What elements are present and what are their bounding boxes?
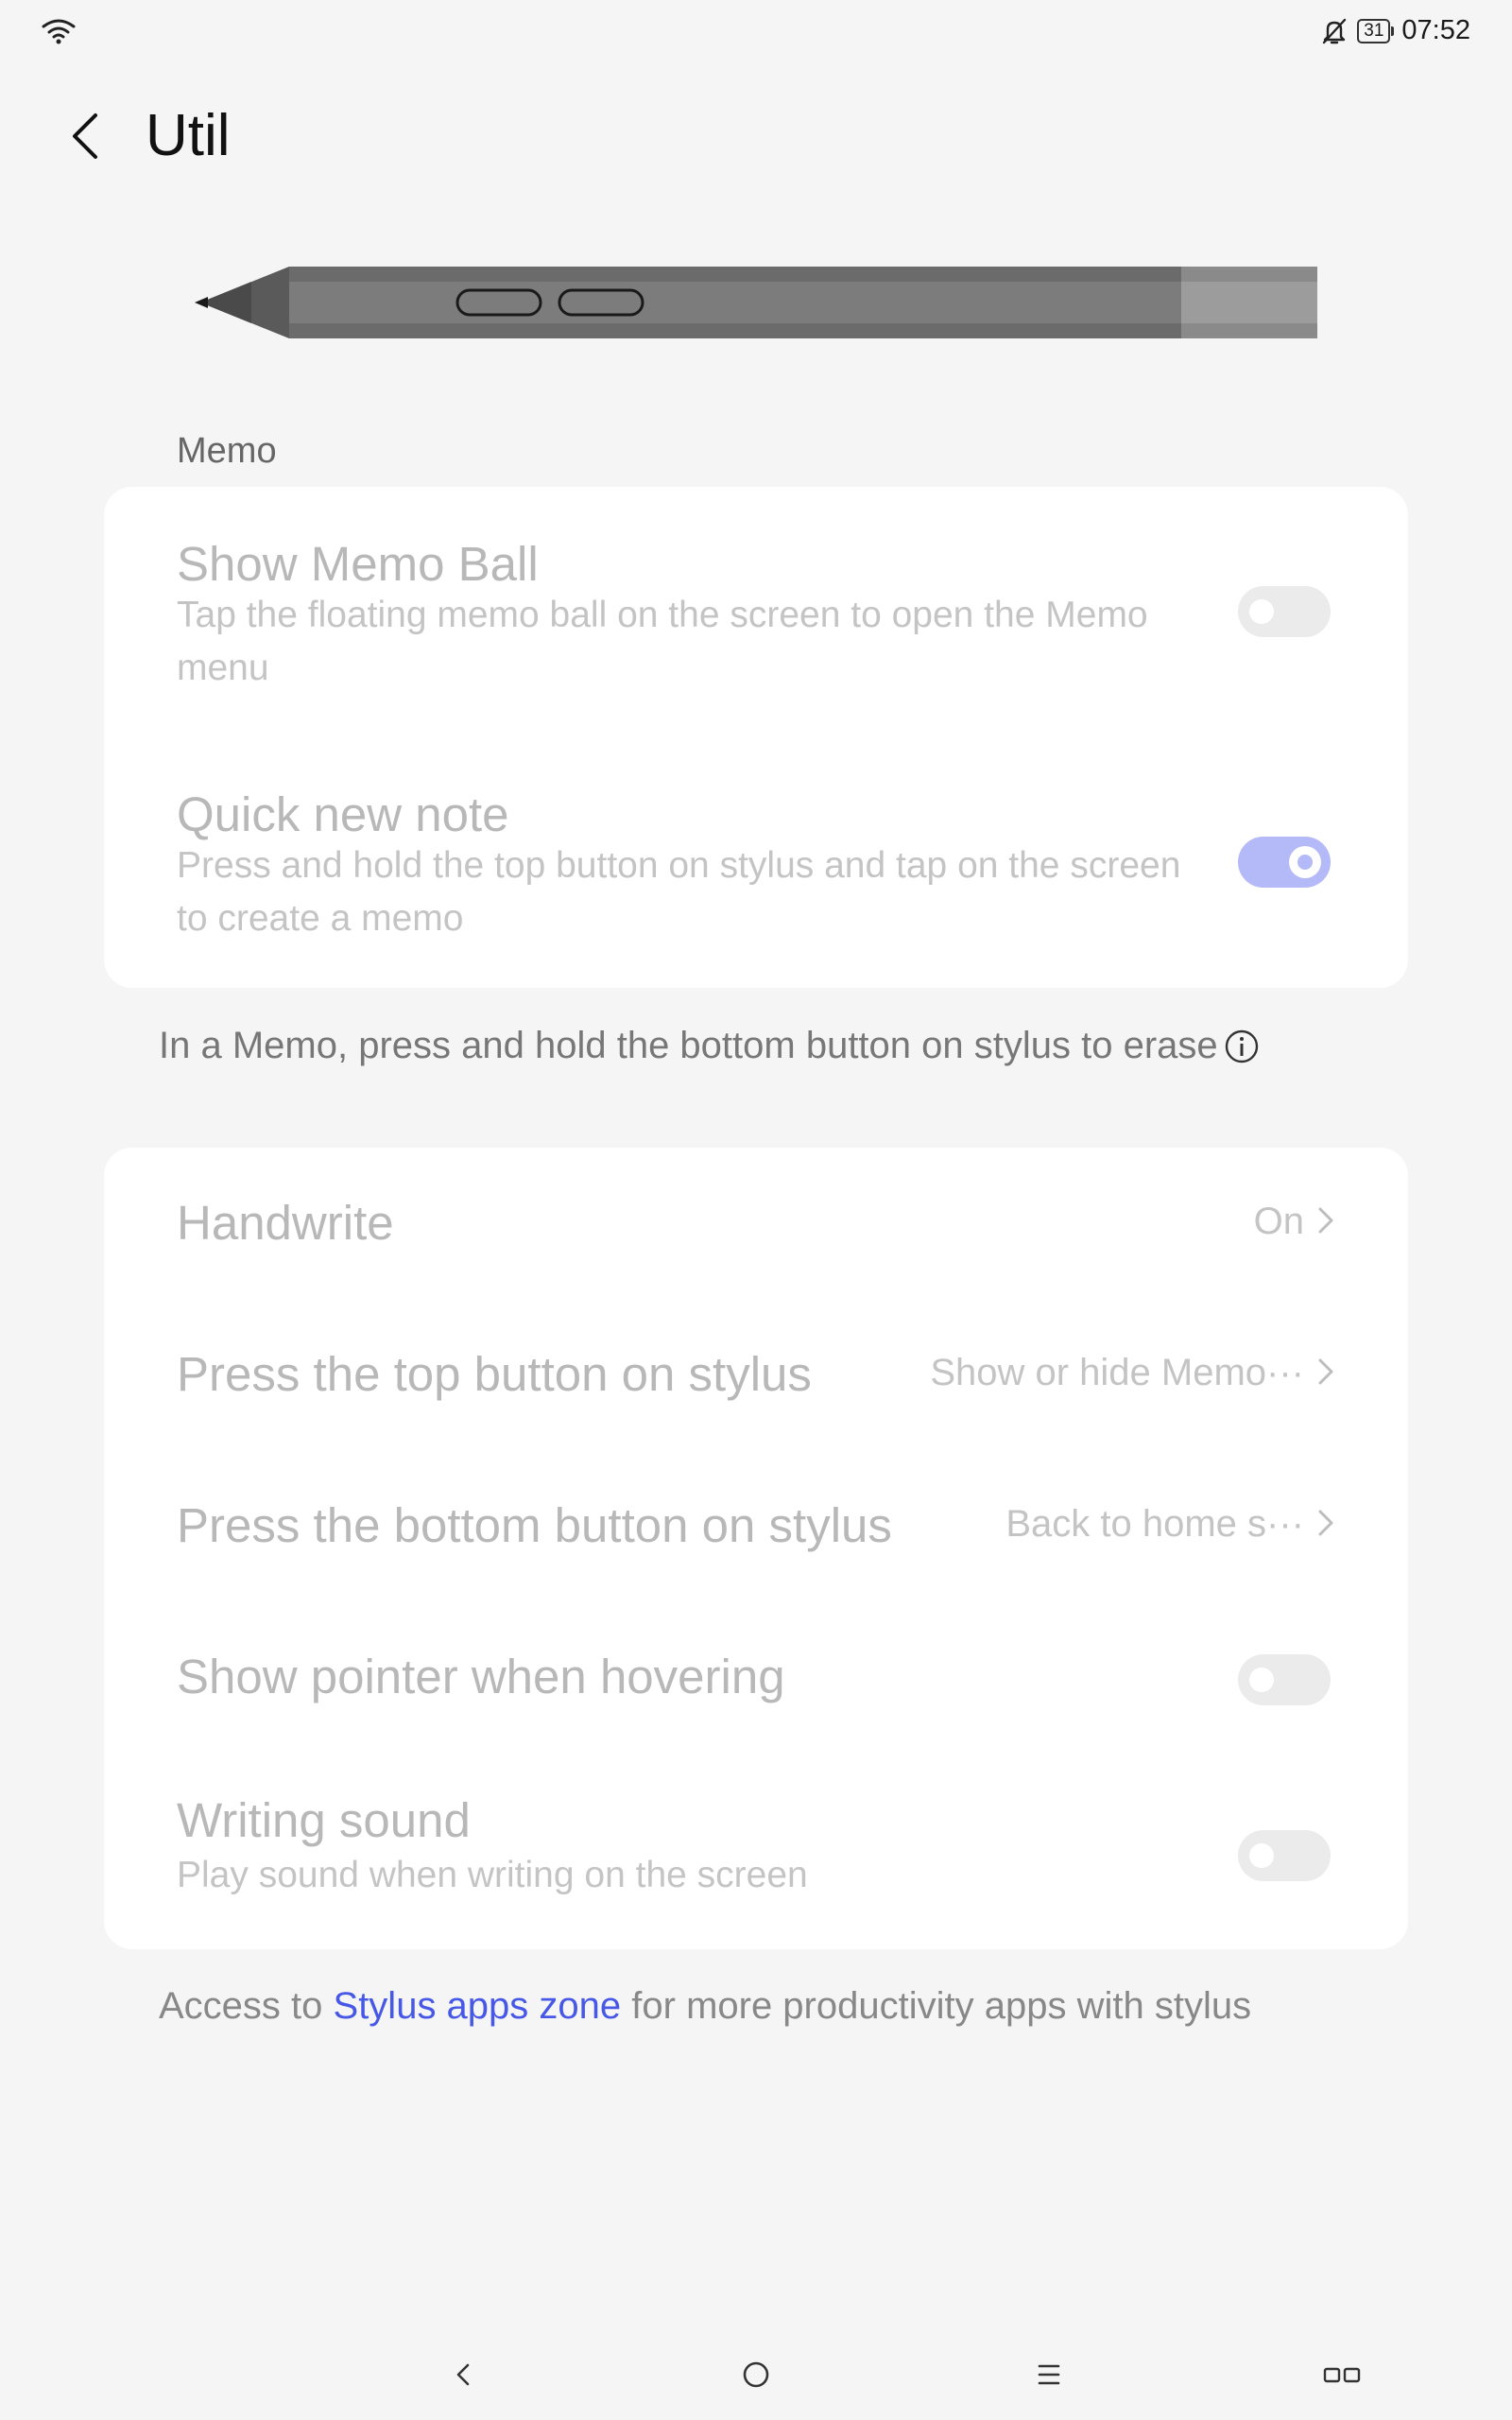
chevron-right-icon [1318, 1207, 1333, 1234]
show-pointer-row[interactable]: Show pointer when hovering [104, 1601, 1408, 1753]
writing-sound-toggle[interactable] [1238, 1830, 1331, 1881]
bell-off-icon [1323, 18, 1347, 43]
row-title: Show pointer when hovering [177, 1650, 785, 1703]
erase-note-text: In a Memo, press and hold the bottom but… [159, 1025, 1218, 1066]
row-value: Back to home s··· [1005, 1503, 1304, 1545]
erase-note: In a Memo, press and hold the bottom but… [159, 1025, 1260, 1067]
status-right: 31 07:52 [1319, 15, 1470, 46]
quick-new-note-toggle[interactable] [1238, 837, 1331, 888]
row-title: Show Memo Ball [177, 537, 539, 591]
row-value: Show or hide Memo··· [930, 1352, 1304, 1393]
row-description: Press and hold the top button on stylus … [177, 845, 1181, 939]
status-bar: 31 07:52 [0, 0, 1512, 68]
row-title: Press the bottom button on stylus [177, 1498, 892, 1552]
wifi-icon [42, 19, 76, 44]
stylus-apps-footer: Access to Stylus apps zone for more prod… [159, 1985, 1251, 2028]
battery-level: 31 [1357, 18, 1391, 43]
chevron-right-icon [1318, 1510, 1333, 1536]
row-description: Tap the floating memo ball on the screen… [177, 595, 1148, 688]
row-title: Press the top button on stylus [177, 1347, 812, 1401]
row-title: Writing sound [177, 1793, 471, 1847]
stylus-settings-card: Handwrite On Press the top button on sty… [104, 1148, 1408, 1949]
status-time: 07:52 [1401, 15, 1470, 45]
navigation-bar [0, 2335, 1512, 2411]
page-title: Util [146, 103, 231, 168]
row-title: Handwrite [177, 1196, 394, 1250]
quick-new-note-row[interactable]: Quick new note Press and hold the top bu… [104, 737, 1408, 988]
row-title: Quick new note [177, 787, 509, 841]
nav-back-icon[interactable] [442, 2354, 484, 2395]
nav-recents-icon[interactable] [1321, 2354, 1363, 2395]
battery-icon: 31 [1357, 18, 1395, 43]
bottom-button-row[interactable]: Press the bottom button on stylus Back t… [104, 1450, 1408, 1601]
memo-settings-card: Show Memo Ball Tap the floating memo bal… [104, 487, 1408, 988]
show-memo-ball-row[interactable]: Show Memo Ball Tap the floating memo bal… [104, 487, 1408, 737]
show-pointer-toggle[interactable] [1238, 1654, 1331, 1705]
chevron-right-icon [1318, 1358, 1333, 1385]
info-icon[interactable] [1224, 1028, 1260, 1064]
writing-sound-row[interactable]: Writing sound Play sound when writing on… [104, 1753, 1408, 1949]
back-arrow-icon [73, 113, 97, 159]
back-button[interactable] [57, 102, 113, 170]
section-label-memo: Memo [177, 431, 277, 471]
stylus-apps-zone-link[interactable]: Stylus apps zone [334, 1985, 622, 2027]
top-button-row[interactable]: Press the top button on stylus Show or h… [104, 1299, 1408, 1450]
show-memo-ball-toggle[interactable] [1238, 586, 1331, 637]
footer-prefix: Access to [159, 1985, 334, 2027]
nav-menu-icon[interactable] [1028, 2354, 1070, 2395]
stylus-icon [195, 267, 1317, 338]
nav-home-icon[interactable] [735, 2354, 777, 2395]
footer-suffix: for more productivity apps with stylus [621, 1985, 1252, 2027]
handwrite-row[interactable]: Handwrite On [104, 1148, 1408, 1299]
row-value: On [1253, 1201, 1304, 1242]
row-description: Play sound when writing on the screen [177, 1855, 808, 1895]
